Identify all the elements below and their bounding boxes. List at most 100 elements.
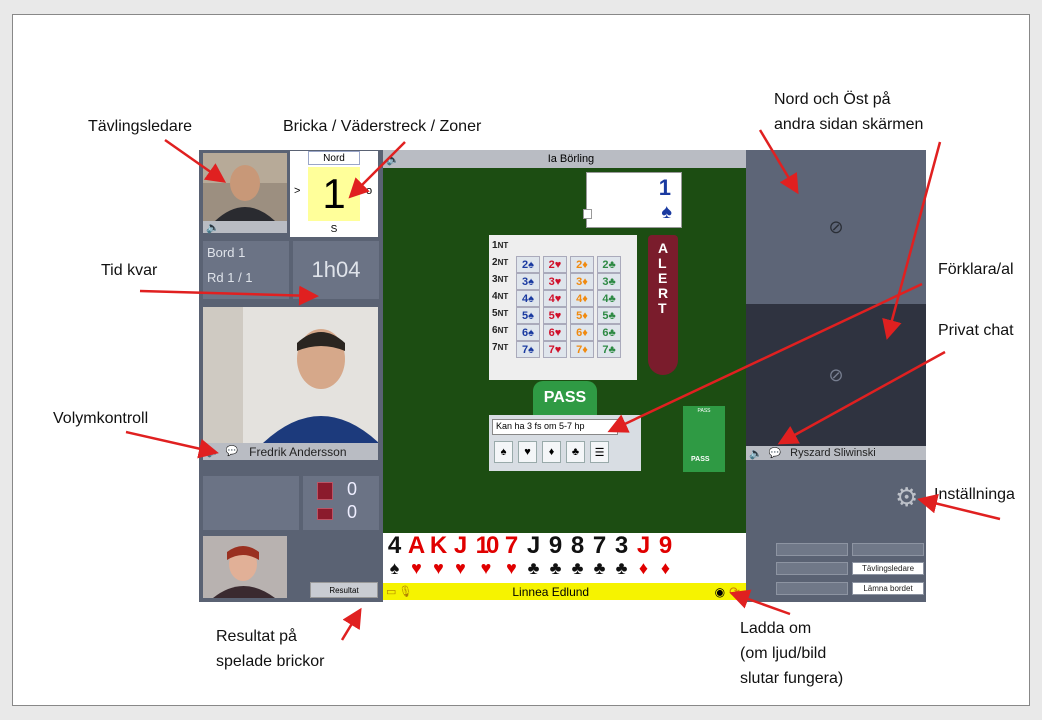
bid-button[interactable]: 3♦ (570, 273, 594, 290)
bid-button[interactable]: 4♦ (570, 290, 594, 307)
bid-button[interactable]: 2♣ (597, 256, 621, 273)
microphone-icon[interactable]: 🎙 (398, 585, 412, 598)
explain-suit-button[interactable]: ♣ (566, 441, 585, 463)
explain-input[interactable]: Kan ha 3 fs om 5-7 hp (492, 419, 618, 435)
leave-table-button[interactable]: Lämna bordet (852, 582, 924, 595)
contract-suit: ♠ (661, 201, 672, 223)
annotation-director: Tävlingsledare (88, 118, 193, 135)
explain-suit-button[interactable]: ☰ (590, 441, 609, 463)
director-bar: 🔈 (203, 221, 287, 234)
director-button[interactable]: Tävlingsledare (852, 562, 924, 575)
right-button-blank-4[interactable] (776, 582, 848, 595)
hand-card[interactable]: 3 ♣ (612, 533, 631, 583)
bid-nt-suffix: NT (497, 241, 509, 250)
bid-button[interactable]: 5♠ (516, 307, 540, 324)
east-player-video[interactable]: ⊘ (746, 304, 926, 446)
bid-level-1nt[interactable]: 1NT (492, 240, 508, 251)
bid-level-3nt[interactable]: 3NT (492, 274, 508, 285)
right-button-blank-2[interactable] (852, 543, 924, 556)
reload-icon[interactable]: ⟳ (729, 584, 740, 600)
card-rank: 9 (658, 532, 673, 559)
chat-icon[interactable]: 💬 (769, 448, 781, 459)
hand-card[interactable]: 9 ♦ (656, 533, 675, 583)
bid-button[interactable]: 2♥ (543, 256, 567, 273)
director-video[interactable] (203, 153, 287, 221)
explain-suit-button[interactable]: ♥ (518, 441, 537, 463)
hand-card[interactable]: 9 ♣ (546, 533, 565, 583)
bid-button[interactable]: 6♣ (597, 324, 621, 341)
card-suit: ♣ (593, 558, 606, 578)
hand-card[interactable]: J ♣ (524, 533, 543, 583)
compass-north: Nord (308, 151, 360, 165)
chat-icon[interactable]: 💬 (226, 446, 238, 457)
west-player-video[interactable] (203, 307, 378, 443)
explain-suit-button[interactable]: ♦ (542, 441, 561, 463)
small-pass-card: PASS PASS (683, 406, 725, 472)
card-suit: ♥ (455, 558, 466, 578)
results-button[interactable]: Resultat (310, 582, 378, 598)
hand-card[interactable]: 7 ♥ (502, 533, 521, 583)
speaker-icon[interactable]: 🔈 (386, 153, 400, 166)
alert-button[interactable]: ALERT (648, 235, 678, 375)
annotation-settings: Inställninga (934, 486, 1015, 503)
bid-button[interactable]: 7♦ (570, 341, 594, 358)
pass-button[interactable]: PASS (533, 381, 597, 415)
annotation-time-left: Tid kvar (101, 262, 158, 279)
bid-button[interactable]: 4♠ (516, 290, 540, 307)
bid-button[interactable]: 4♣ (597, 290, 621, 307)
gear-icon[interactable]: ⚙ (895, 482, 918, 513)
speaker-icon[interactable]: 🔈 (749, 447, 763, 460)
hand-card[interactable]: J ♥ (451, 533, 470, 583)
hand-card[interactable]: 10 ♥ (473, 533, 500, 583)
board-compass[interactable]: Nord 1 > o S (290, 151, 378, 237)
hand-card[interactable]: A ♥ (407, 533, 426, 583)
self-video[interactable] (203, 536, 287, 598)
north-east-video-area[interactable]: ⊘ (746, 150, 926, 304)
card-rank: 4 (387, 532, 402, 559)
bid-button[interactable]: 7♥ (543, 341, 567, 358)
bid-button[interactable]: 6♠ (516, 324, 540, 341)
bid-button[interactable]: 5♥ (543, 307, 567, 324)
bid-button[interactable]: 7♠ (516, 341, 540, 358)
bid-button[interactable]: 3♣ (597, 273, 621, 290)
bid-button[interactable]: 6♥ (543, 324, 567, 341)
bid-button[interactable]: 6♦ (570, 324, 594, 341)
hand-card[interactable]: K ♥ (429, 533, 448, 583)
ns-score: 0 (347, 479, 358, 499)
bid-level-4nt[interactable]: 4NT (492, 291, 508, 302)
table-info: Bord 1 Rd 1 / 1 (203, 241, 289, 299)
annotation-volume: Volymkontroll (53, 410, 149, 427)
card-suit: ♥ (506, 558, 517, 578)
bid-level-5nt[interactable]: 5NT (492, 308, 508, 319)
bid-level-7nt[interactable]: 7NT (492, 342, 508, 353)
bid-level-2nt[interactable]: 2NT (492, 257, 508, 268)
card-rank: J (526, 532, 541, 559)
explain-suit-button[interactable]: ♠ (494, 441, 513, 463)
bid-button[interactable]: 3♥ (543, 273, 567, 290)
bid-button[interactable]: 2♠ (516, 256, 540, 273)
annotation-north-east-2: andra sidan skärmen (774, 116, 924, 133)
right-button-blank-1[interactable] (776, 543, 848, 556)
speaker-icon[interactable]: 🔈 (206, 445, 220, 458)
ns-score-marker (317, 482, 333, 500)
annotation-explain-alert: Förklara/al (938, 261, 1014, 278)
bid-button[interactable]: 3♠ (516, 273, 540, 290)
bid-button[interactable]: 5♣ (597, 307, 621, 324)
annotation-board-info: Bricka / Väderstreck / Zoner (283, 118, 482, 135)
bid-button[interactable]: 7♣ (597, 341, 621, 358)
speaker-icon[interactable]: 🔈 (206, 221, 220, 234)
bid-nt-suffix: NT (497, 275, 509, 284)
east-name-bar: 🔈 💬 Ryszard Sliwinski (746, 446, 926, 460)
video-icon[interactable]: ▭ (386, 585, 396, 598)
bid-button[interactable]: 5♦ (570, 307, 594, 324)
bid-level-6nt[interactable]: 6NT (492, 325, 508, 336)
bid-button[interactable]: 2♦ (570, 256, 594, 273)
score-tile: 0 0 (303, 476, 379, 530)
hand-card[interactable]: J ♦ (634, 533, 653, 583)
hand-card[interactable]: 8 ♣ (568, 533, 587, 583)
bid-button[interactable]: 4♥ (543, 290, 567, 307)
eye-icon[interactable]: ◉ (715, 585, 725, 599)
hand-card[interactable]: 7 ♣ (590, 533, 609, 583)
right-button-blank-3[interactable] (776, 562, 848, 575)
hand-card[interactable]: 4 ♠ (385, 533, 404, 583)
